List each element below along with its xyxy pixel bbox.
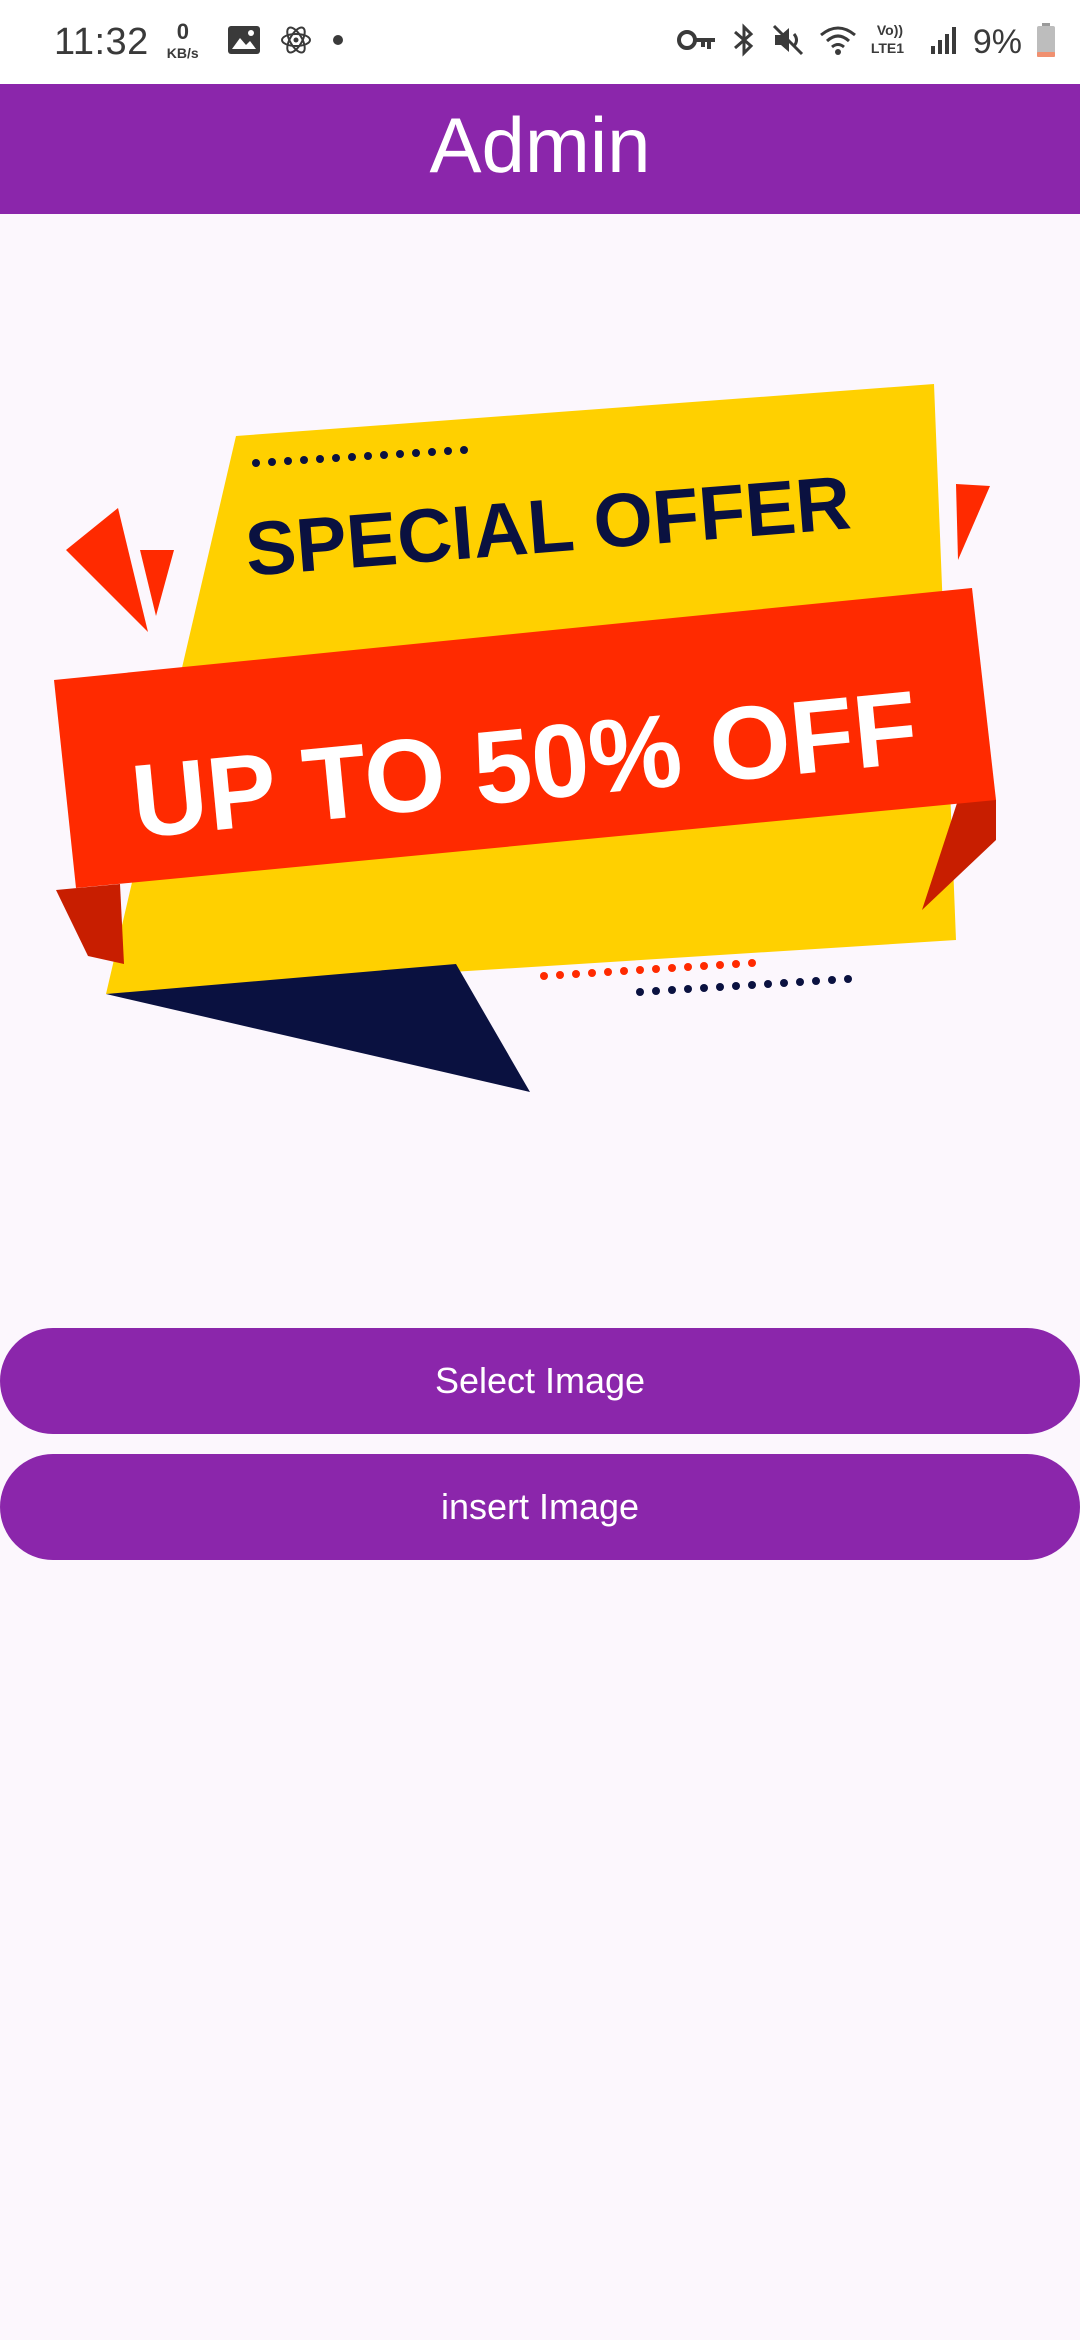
battery-percent: 9% [972, 22, 1022, 61]
signal-icon [929, 24, 959, 61]
insert-image-button[interactable]: insert Image [0, 1454, 1080, 1560]
gallery-icon [227, 25, 261, 60]
status-right: Vo)) LTE1 9% [676, 16, 1056, 68]
status-left: 11:32 0 KB/s [54, 16, 345, 68]
offer-banner-image: SPECIAL OFFER UP TO 50% OFF [40, 360, 1020, 1120]
volte-bottom-label: LTE1 [870, 40, 905, 56]
wifi-icon [819, 24, 857, 61]
volte-indicator: Vo)) LTE1 [871, 20, 915, 64]
app-bar: Admin [0, 84, 1080, 214]
page-title: Admin [429, 100, 651, 189]
banner-dots-bottom-navy [636, 975, 852, 996]
data-speed-unit: KB/s [166, 45, 199, 61]
atom-icon [279, 23, 313, 62]
mute-icon [771, 23, 805, 62]
status-bar: 11:32 0 KB/s Vo)) LTE1 9% [0, 0, 1080, 84]
volte-top-label: Vo)) [876, 22, 904, 38]
key-icon [676, 27, 717, 58]
data-speed-indicator: 0 KB/s [167, 19, 209, 65]
dot-icon [331, 33, 345, 52]
banner-left-triangle-large [66, 508, 148, 632]
status-time: 11:32 [54, 20, 149, 63]
banner-ribbon-fold-left [56, 884, 124, 964]
bluetooth-icon [731, 22, 757, 63]
banner-right-triangle [956, 484, 990, 560]
data-speed-value: 0 [176, 19, 190, 44]
battery-icon [1036, 22, 1056, 63]
select-image-button[interactable]: Select Image [0, 1328, 1080, 1434]
banner-left-triangle-small [140, 550, 174, 616]
